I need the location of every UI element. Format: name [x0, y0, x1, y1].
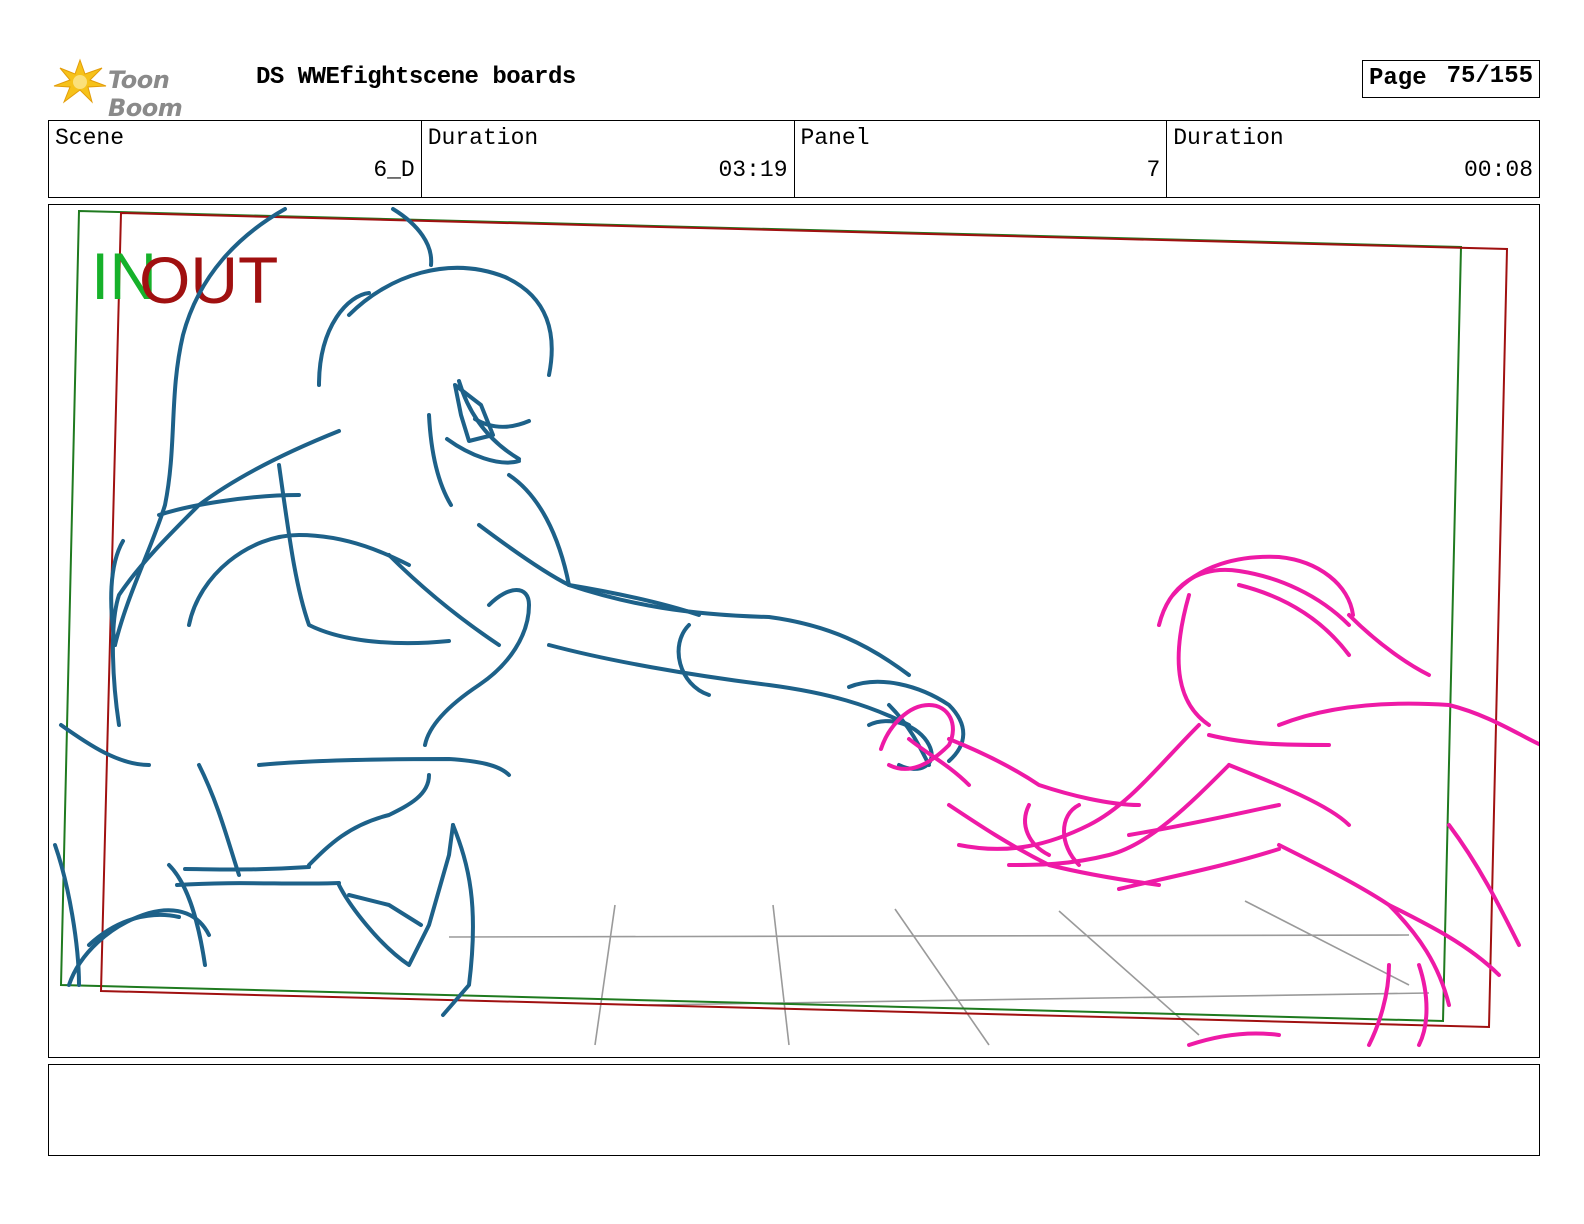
storyboard-header: Toon Boom DS WWEfightscene boards Page 7… [48, 52, 1540, 122]
panel-duration-cell: Duration 00:08 [1167, 121, 1539, 197]
logo-text: Toon Boom [108, 66, 183, 122]
panel-duration-value: 00:08 [1463, 157, 1533, 183]
character-a-sketch [53, 207, 966, 1017]
starburst-icon [53, 58, 107, 104]
scene-cell: Scene 6_D [49, 121, 422, 197]
document-title: DS WWEfightscene boards [256, 64, 576, 91]
floor-grid [448, 900, 1430, 1046]
panel-cell: Panel 7 [795, 121, 1168, 197]
panel-value: 7 [1146, 157, 1161, 183]
storyboard-panel: IN OUT [48, 204, 1540, 1058]
panel-label: Panel [800, 125, 870, 151]
scene-duration-label: Duration [427, 125, 539, 151]
out-frame [99, 211, 1509, 1029]
panel-notes [48, 1064, 1540, 1156]
page-value: 75/155 [1446, 63, 1533, 90]
scene-info-row: Scene 6_D Duration 03:19 Panel 7 Duratio… [48, 120, 1540, 198]
character-b-sketch [879, 554, 1539, 1047]
scene-value: 6_D [373, 157, 415, 183]
toon-boom-logo: Toon Boom [52, 56, 242, 122]
scene-duration-cell: Duration 03:19 [422, 121, 795, 197]
page-label: Page [1369, 65, 1427, 92]
panel-duration-label: Duration [1173, 125, 1284, 151]
scene-label: Scene [55, 125, 125, 151]
page-counter: Page 75/155 [1362, 60, 1540, 98]
panel-drawing: IN OUT [53, 207, 1539, 1047]
scene-duration-value: 03:19 [718, 157, 788, 183]
